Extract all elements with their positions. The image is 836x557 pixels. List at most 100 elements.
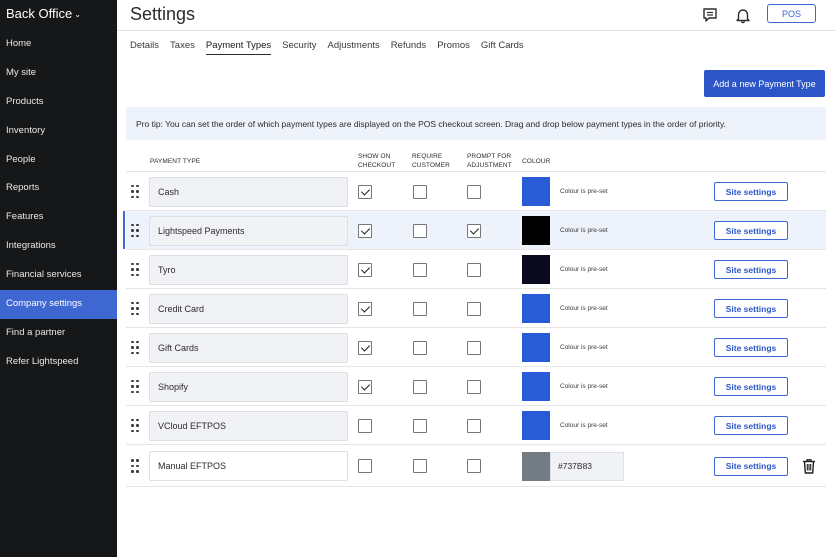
payment-type-name-field: Lightspeed Payments (149, 215, 348, 246)
prompt-for-adjustment-checkbox[interactable] (467, 223, 481, 238)
site-settings-button[interactable]: Site settings (714, 338, 788, 357)
prompt-for-adjustment-checkbox[interactable] (467, 262, 481, 277)
brand-label: Back Office (6, 6, 73, 21)
chevron-down-icon: ⌄ (74, 10, 81, 20)
sidebar-item-financial-services[interactable]: Financial services (0, 261, 117, 290)
colour-swatch (522, 411, 550, 440)
drag-handle-icon[interactable] (131, 418, 139, 433)
tab-payment-types[interactable]: Payment Types (205, 40, 272, 55)
colour-swatch (522, 216, 550, 245)
colour-swatch (522, 333, 550, 362)
sidebar-item-people[interactable]: People (0, 146, 117, 175)
colour-preset-note: Colour is pre-set (560, 226, 608, 234)
table-row: Lightspeed Payments Colour is pre-set Site… (123, 211, 826, 250)
payment-type-name-field[interactable]: Manual EFTPOS (149, 451, 348, 481)
drag-handle-icon[interactable] (131, 340, 139, 355)
tab-refunds[interactable]: Refunds (391, 40, 426, 55)
drag-handle-icon[interactable] (131, 184, 139, 199)
payment-type-name-field: Shopify (149, 371, 348, 402)
tab-adjustments[interactable]: Adjustments (328, 40, 380, 55)
site-settings-button[interactable]: Site settings (714, 377, 788, 396)
sidebar-item-integrations[interactable]: Integrations (0, 232, 117, 261)
show-on-checkout-checkbox[interactable] (358, 418, 372, 433)
prompt-for-adjustment-checkbox[interactable] (467, 379, 481, 394)
sidebar-item-find-a-partner[interactable]: Find a partner (0, 319, 117, 348)
sidebar-item-products[interactable]: Products (0, 88, 117, 117)
require-customer-checkbox[interactable] (413, 184, 427, 199)
payment-type-name-field: VCloud EFTPOS (149, 410, 348, 441)
sidebar-item-company-settings[interactable]: Company settings (0, 290, 117, 319)
show-on-checkout-checkbox[interactable] (358, 459, 372, 473)
drag-handle-icon[interactable] (131, 301, 139, 316)
header-show-on-checkout: SHOW ON CHECKOUT (358, 153, 396, 169)
colour-preset-note: Colour is pre-set (560, 187, 608, 195)
pro-tip-banner: Pro tip: You can set the order of which … (126, 107, 826, 140)
table-row: Credit Card Colour is pre-set Site setting… (126, 289, 826, 328)
require-customer-checkbox[interactable] (413, 379, 427, 394)
header-prompt-for-adjustment: PROMPT FOR ADJUSTMENT (467, 153, 512, 169)
tab-gift-cards[interactable]: Gift Cards (481, 40, 524, 55)
table-row: Cash Colour is pre-set Site settings (126, 172, 826, 211)
tab-security[interactable]: Security (282, 40, 316, 55)
show-on-checkout-checkbox[interactable] (358, 184, 372, 199)
sidebar-item-inventory[interactable]: Inventory (0, 117, 117, 146)
bell-icon[interactable] (734, 6, 752, 24)
tab-taxes[interactable]: Taxes (170, 40, 195, 55)
sidebar-item-home[interactable]: Home (0, 30, 117, 59)
payment-type-name-field: Cash (149, 176, 348, 207)
site-settings-button[interactable]: Site settings (714, 416, 788, 435)
settings-tabs: Details Taxes Payment Types Security Adjustm… (130, 40, 535, 55)
drag-handle-icon[interactable] (131, 459, 139, 473)
require-customer-checkbox[interactable] (413, 301, 427, 316)
colour-swatch (522, 177, 550, 206)
show-on-checkout-checkbox[interactable] (358, 223, 372, 238)
show-on-checkout-checkbox[interactable] (358, 262, 372, 277)
prompt-for-adjustment-checkbox[interactable] (467, 340, 481, 355)
trash-icon[interactable] (802, 458, 816, 474)
prompt-for-adjustment-checkbox[interactable] (467, 418, 481, 433)
sidebar-nav: Home My site Products Inventory People Report… (0, 30, 117, 377)
table-row: VCloud EFTPOS Colour is pre-set Site setti… (126, 406, 826, 445)
prompt-for-adjustment-checkbox[interactable] (467, 184, 481, 199)
sidebar: Back Office ⌄ Home My site Products Inventor… (0, 0, 117, 557)
sidebar-item-my-site[interactable]: My site (0, 59, 117, 88)
header-require-customer: REQUIRE CUSTOMER (412, 153, 450, 169)
require-customer-checkbox[interactable] (413, 223, 427, 238)
colour-hex-field[interactable]: #737B83 (550, 451, 624, 481)
show-on-checkout-checkbox[interactable] (358, 340, 372, 355)
site-settings-button[interactable]: Site settings (714, 456, 788, 476)
show-on-checkout-checkbox[interactable] (358, 301, 372, 316)
site-settings-button[interactable]: Site settings (714, 182, 788, 201)
chat-icon[interactable] (701, 6, 719, 24)
site-settings-button[interactable]: Site settings (714, 260, 788, 279)
show-on-checkout-checkbox[interactable] (358, 379, 372, 394)
drag-handle-icon[interactable] (131, 223, 139, 238)
pos-button[interactable]: POS (767, 4, 816, 23)
colour-swatch[interactable] (522, 451, 550, 481)
table-row: Tyro Colour is pre-set Site settings (126, 250, 826, 289)
colour-preset-note: Colour is pre-set (560, 343, 608, 351)
header-divider (117, 30, 836, 31)
colour-swatch (522, 255, 550, 284)
sidebar-item-refer-lightspeed[interactable]: Refer Lightspeed (0, 348, 117, 377)
drag-handle-icon[interactable] (131, 262, 139, 277)
sidebar-item-features[interactable]: Features (0, 203, 117, 232)
site-settings-button[interactable]: Site settings (714, 299, 788, 318)
page-title: Settings (130, 4, 196, 24)
colour-preset-note: Colour is pre-set (560, 421, 608, 429)
sidebar-item-reports[interactable]: Reports (0, 174, 117, 203)
add-payment-type-button[interactable]: Add a new Payment Type (704, 70, 825, 97)
require-customer-checkbox[interactable] (413, 459, 427, 473)
site-settings-button[interactable]: Site settings (714, 221, 788, 240)
prompt-for-adjustment-checkbox[interactable] (467, 459, 481, 473)
require-customer-checkbox[interactable] (413, 418, 427, 433)
require-customer-checkbox[interactable] (413, 340, 427, 355)
drag-handle-icon[interactable] (131, 379, 139, 394)
brand-menu[interactable]: Back Office ⌄ (6, 6, 81, 21)
tab-details[interactable]: Details (130, 40, 159, 55)
require-customer-checkbox[interactable] (413, 262, 427, 277)
table-row: Manual EFTPOS #737B83 Site settings (126, 445, 826, 487)
colour-preset-note: Colour is pre-set (560, 265, 608, 273)
tab-promos[interactable]: Promos (437, 40, 470, 55)
prompt-for-adjustment-checkbox[interactable] (467, 301, 481, 316)
